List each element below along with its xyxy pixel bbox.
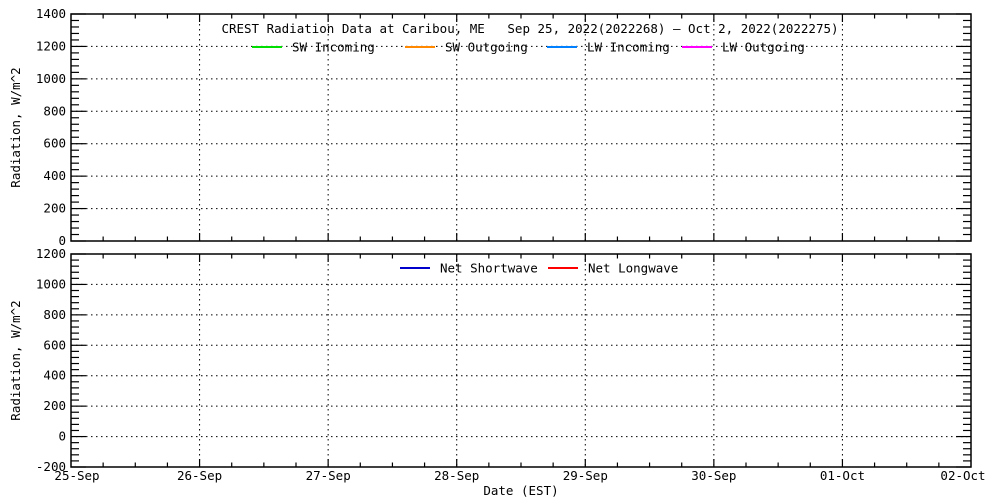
y-tick-label: 400 bbox=[43, 168, 66, 183]
legend-label-net-longwave: Net Longwave bbox=[588, 261, 678, 276]
plot-frame-bottom bbox=[70, 253, 972, 468]
x-tick-labels: 25-Sep 26-Sep 27-Sep 28-Sep 29-Sep 30-Sep 01-O… bbox=[54, 468, 985, 483]
legend-label-sw-incoming: SW Incoming bbox=[292, 40, 375, 55]
x-tick-label: 02-Oct bbox=[940, 468, 985, 483]
legend-label-lw-outgoing: LW Outgoing bbox=[722, 40, 805, 55]
x-tick-label: 27-Sep bbox=[306, 468, 351, 483]
x-tick-label: 30-Sep bbox=[691, 468, 736, 483]
y-tick-label: 800 bbox=[43, 103, 66, 118]
x-tick-label: 26-Sep bbox=[177, 468, 222, 483]
y-axis-title-top: Radiation, W/m^2 bbox=[8, 67, 23, 187]
y-tick-label: 1200 bbox=[36, 246, 66, 261]
legend-label-net-shortwave: Net Shortwave bbox=[440, 261, 538, 276]
gridlines-bottom bbox=[71, 254, 971, 467]
y-tick-label: 200 bbox=[43, 201, 66, 216]
y-tick-label: 600 bbox=[43, 337, 66, 352]
y-tick-label: 600 bbox=[43, 136, 66, 151]
radiation-figure: 0 200 400 600 800 1000 1200 1400 Radiation, W/m^… bbox=[0, 0, 1000, 500]
y-tick-label: 800 bbox=[43, 307, 66, 322]
y-tick-labels-top: 0200400600800100012001400 bbox=[36, 6, 66, 248]
chart-title: CREST Radiation Data at Caribou, ME Sep … bbox=[221, 21, 838, 36]
y-tick-label: 1200 bbox=[36, 38, 66, 53]
legend-bottom: Net Shortwave Net Longwave bbox=[400, 261, 678, 276]
legend-label-sw-outgoing: SW Outgoing bbox=[445, 40, 528, 55]
x-tick-label: 29-Sep bbox=[563, 468, 608, 483]
y-tick-label: 1400 bbox=[36, 6, 66, 21]
x-tick-label: 25-Sep bbox=[54, 468, 99, 483]
y-tick-label: 200 bbox=[43, 398, 66, 413]
y-tick-labels-bottom: -200020040060080010001200 bbox=[36, 246, 66, 474]
legend-label-lw-incoming: LW Incoming bbox=[587, 40, 670, 55]
x-axis-title: Date (EST) bbox=[483, 483, 558, 498]
y-axis-title-bottom: Radiation, W/m^2 bbox=[8, 300, 23, 420]
y-tick-label: 1000 bbox=[36, 276, 66, 291]
panel-top: 0200400600800100012001400Radiation, W/m^… bbox=[8, 6, 972, 248]
ticks-bottom bbox=[71, 253, 971, 468]
panel-bottom: -200020040060080010001200Radiation, W/m^… bbox=[8, 246, 986, 498]
y-tick-label: 400 bbox=[43, 368, 66, 383]
x-tick-label: 01-Oct bbox=[820, 468, 865, 483]
legend-top: SW Incoming SW Outgoing LW Incoming LW Outg… bbox=[252, 40, 805, 55]
radiation-chart: 0 200 400 600 800 1000 1200 1400 Radiation, W/m^… bbox=[8, 6, 986, 498]
y-tick-label: 0 bbox=[58, 429, 66, 444]
y-tick-label: 1000 bbox=[36, 71, 66, 86]
x-tick-label: 28-Sep bbox=[434, 468, 479, 483]
